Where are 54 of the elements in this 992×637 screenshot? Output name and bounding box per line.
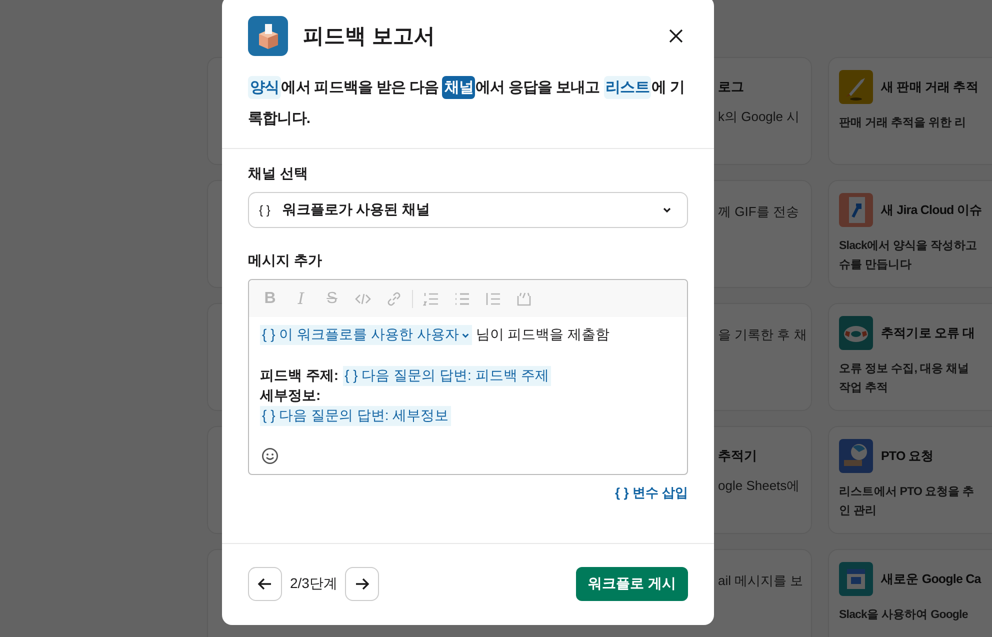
arrow-left-icon[interactable] <box>257 576 273 592</box>
italic-format-button[interactable]: I <box>292 289 310 308</box>
workflow-summary: 양식 에서 피드백을 받은 다음 채널 에서 응답을 보내고 리스트에 기록합니다. <box>248 72 688 134</box>
field-label: 채널 선택 <box>248 165 309 183</box>
card-description: 께 GIF를 전송 <box>718 203 800 221</box>
field-label: 메시지 추가 <box>248 252 323 270</box>
previous-step-button[interactable] <box>248 567 282 601</box>
workflow-card[interactable]: 새 판매 거래 추적 판매 거래 추적을 위한 리 <box>828 57 992 165</box>
publish-workflow-button[interactable]: 워크플로 게시 <box>576 567 688 601</box>
strike-format-button[interactable]: S <box>323 290 341 308</box>
card-description: 슈를 만듭니다 <box>839 258 912 273</box>
message-text: 피드백 주제: <box>260 367 339 385</box>
card-title: 로그 <box>718 78 745 96</box>
workflow-card[interactable]: 새 Jira Cloud 이슈 Slack에서 양식을 작성하고 슈를 만듭니다 <box>828 180 992 288</box>
card-description: 리스트에서 PTO 요청을 추 <box>839 485 976 500</box>
dialog-title: 피드백 보고서 <box>303 24 435 50</box>
calendar-icon <box>839 562 873 596</box>
insert-variable-link[interactable]: { } 변수 삽입 <box>615 484 688 502</box>
ballot-box-icon <box>248 16 288 56</box>
chevron-down-icon[interactable] <box>460 330 470 340</box>
card-title: PTO 요청 <box>881 448 934 464</box>
message-text: 님이 피드백을 제출함 <box>476 326 610 344</box>
arrow-right-icon[interactable] <box>354 576 370 592</box>
card-title: 새 Jira Cloud 이슈 <box>881 202 982 218</box>
card-description: 을 기록한 후 채 <box>718 326 808 344</box>
bold-format-button[interactable]: B <box>261 290 279 308</box>
card-title: 추적기로 오류 대 <box>881 324 976 342</box>
variable-token[interactable]: { } 다음 질문의 답변: 세부정보 <box>260 406 451 426</box>
step-indicator: 2/3단계 <box>290 575 338 593</box>
card-description: Slack을 사용하여 Google <box>839 608 969 623</box>
workflow-card[interactable]: PTO 요청 리스트에서 PTO 요청을 추 인 관리 <box>828 426 992 534</box>
next-step-button[interactable] <box>345 567 380 601</box>
card-description: 판매 거래 추적을 위한 리 <box>839 116 968 131</box>
card-description: Slack에서 양식을 작성하고 <box>839 239 978 254</box>
card-description: 오류 정보 수집, 대응 채널 <box>839 362 970 377</box>
variable-token[interactable]: { } 이 워크플로를 사용한 사용자 <box>260 325 472 345</box>
card-description: k의 Google 시 <box>718 108 801 126</box>
lifebuoy-icon <box>839 316 873 350</box>
card-title: 추적기 <box>718 447 758 465</box>
card-description: ail 메시지를 보 <box>718 572 804 590</box>
card-title: 새 판매 거래 추적 <box>881 78 978 96</box>
card-description: 작업 추적 <box>839 381 890 396</box>
close-icon[interactable] <box>668 28 684 44</box>
workflow-card[interactable]: 새로운 Google Ca Slack을 사용하여 Google <box>828 549 992 637</box>
message-editor[interactable]: B I S { } 이 워크플로를 사용한 사용자 님이 피드백을 제출함 피드백 주제: { } 다음 질문의 답변: 피드백 주제 세부정보: { } 다음 질문의 답변: 세부정보 <box>248 279 688 475</box>
emoji-icon[interactable] <box>261 447 279 465</box>
block-icon <box>839 193 873 227</box>
workflow-card[interactable]: 추적기로 오류 대 오류 정보 수집, 대응 채널 작업 추적 <box>828 303 992 411</box>
card-description: ogle Sheets에 <box>718 477 801 495</box>
card-title: 새로운 Google Ca <box>881 570 981 588</box>
variable-token[interactable]: { } 다음 질문의 답변: 피드백 주제 <box>342 366 552 386</box>
channel-dropdown[interactable]: { } 워크플로가 사용된 채널 <box>248 192 688 228</box>
message-text: 세부정보: <box>260 387 321 405</box>
card-description: 인 관리 <box>839 504 878 519</box>
